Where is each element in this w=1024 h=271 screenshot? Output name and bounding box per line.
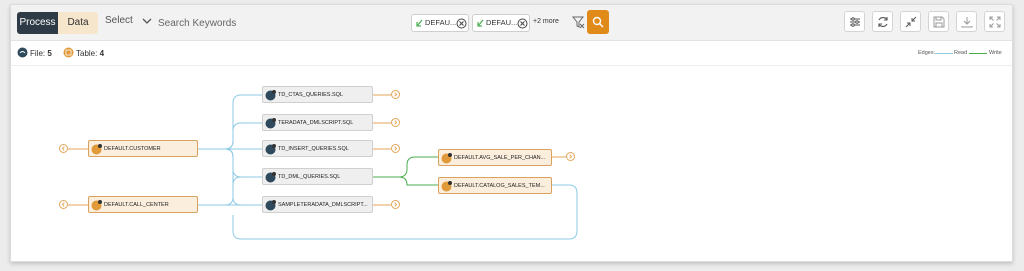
node-label: DEFAULT.CALL_CENTER [104, 202, 169, 208]
expand-downstream-icon[interactable] [566, 152, 575, 161]
file-icon [265, 90, 276, 101]
expand-downstream-icon[interactable] [391, 200, 400, 209]
node-label: TD_INSERT_QUERIES.SQL [278, 146, 349, 152]
read-edge [198, 176, 262, 206]
table-node[interactable]: DEFAULT.AVG_SALE_PER_CHAN... [438, 149, 552, 166]
expand-upstream-icon[interactable] [59, 144, 68, 153]
file-node[interactable]: SAMPLETERADATA_DMLSCRIPT... [262, 196, 373, 213]
table-icon [441, 153, 452, 164]
write-edge [373, 156, 438, 178]
table-icon [91, 200, 102, 211]
node-label: SAMPLETERADATA_DMLSCRIPT... [278, 202, 368, 208]
write-edge [373, 176, 438, 186]
node-label: DEFAULT.CATALOG_SALES_TEM... [454, 183, 545, 189]
file-node[interactable]: TD_CTAS_QUERIES.SQL [262, 86, 373, 103]
expand-downstream-icon[interactable] [391, 144, 400, 153]
node-label: TD_DML_QUERIES.SQL [278, 174, 341, 180]
table-node[interactable]: DEFAULT.CALL_CENTER [88, 196, 198, 213]
expand-upstream-icon[interactable] [59, 200, 68, 209]
node-label: DEFAULT.CUSTOMER [104, 146, 161, 152]
expand-downstream-icon[interactable] [391, 118, 400, 127]
table-icon [441, 181, 452, 192]
read-edge [198, 122, 262, 150]
node-label: TERADATA_DMLSCRIPT.SQL [278, 120, 354, 126]
lineage-panel: Process Data Select DEFAU... DEFAU... [10, 4, 1013, 262]
node-label: DEFAULT.AVG_SALE_PER_CHAN... [454, 155, 546, 161]
read-edge [198, 94, 262, 150]
file-icon [265, 118, 276, 129]
file-icon [265, 200, 276, 211]
file-node[interactable]: TD_INSERT_QUERIES.SQL [262, 140, 373, 157]
file-icon [265, 144, 276, 155]
edges-layer [68, 92, 578, 240]
node-label: TD_CTAS_QUERIES.SQL [278, 92, 343, 98]
file-icon [265, 172, 276, 183]
expand-downstream-icon[interactable] [391, 90, 400, 99]
table-icon [91, 144, 102, 155]
read-edge [198, 148, 262, 178]
file-node[interactable]: TD_DML_QUERIES.SQL [262, 168, 373, 185]
table-node[interactable]: DEFAULT.CUSTOMER [88, 140, 198, 157]
table-node[interactable]: DEFAULT.CATALOG_SALES_TEM... [438, 177, 552, 194]
file-node[interactable]: TERADATA_DMLSCRIPT.SQL [262, 114, 373, 131]
